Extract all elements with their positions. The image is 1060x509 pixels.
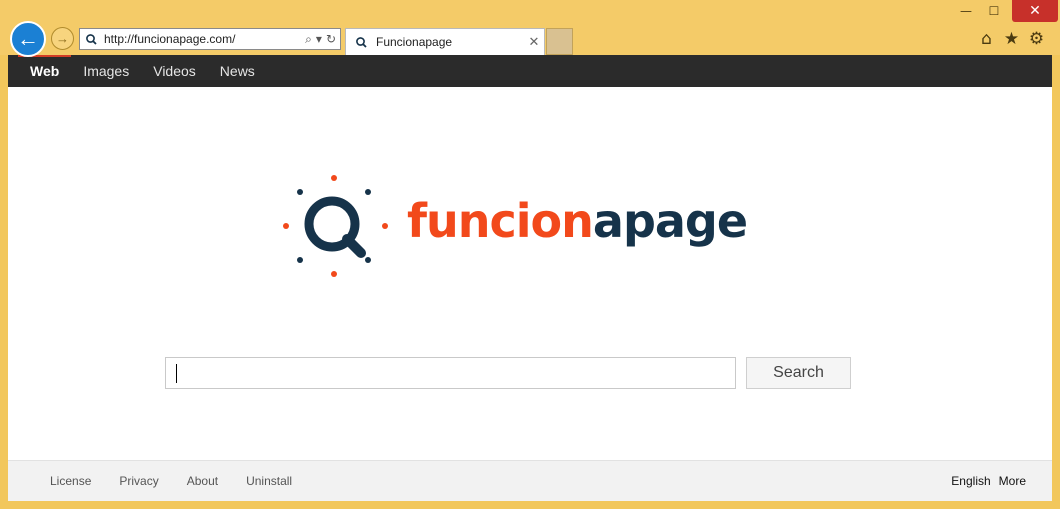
search-input[interactable] [166,358,735,388]
search-button[interactable]: Search [746,357,851,389]
refresh-icon[interactable]: ↻ [326,32,336,46]
tab-favicon-icon [354,35,368,49]
window-border-bottom [0,501,1060,509]
browser-chrome: — ☐ ✕ ← → http://funcionapage.com/ ⌕ ▾ ↻… [0,0,1060,57]
more-link[interactable]: More [995,474,1030,488]
forward-button[interactable]: → [51,27,74,50]
site-logo: funcionapage [282,174,782,284]
logo-text-apage: apage [592,194,748,248]
nav-images[interactable]: Images [71,55,141,87]
back-button[interactable]: ← [10,21,46,57]
new-tab-button[interactable] [546,28,573,55]
logo-magnifier-icon [283,175,388,277]
back-arrow-icon: ← [17,26,39,51]
footer-link-privacy[interactable]: Privacy [105,474,172,488]
footer-link-about[interactable]: About [173,474,232,488]
logo-text-funcion: funcion [407,194,594,248]
close-window-icon[interactable]: ✕ [1012,0,1058,22]
language-selector[interactable]: English [947,474,994,488]
close-tab-icon[interactable]: ✕ [524,35,544,50]
footer-link-license[interactable]: License [36,474,105,488]
forward-arrow-icon: → [56,31,69,46]
url-text[interactable]: http://funcionapage.com/ [104,32,305,46]
address-bar[interactable]: http://funcionapage.com/ ⌕ ▾ ↻ [79,28,341,50]
nav-videos[interactable]: Videos [141,55,208,87]
search-icon[interactable]: ⌕ [305,32,312,47]
home-icon[interactable]: ⌂ [977,29,996,49]
footer: License Privacy About Uninstall English … [8,460,1052,501]
page-viewport: Web Images Videos News funcionapage Sear… [8,55,1052,501]
tab-funcionapage[interactable]: Funcionapage ✕ [345,28,545,55]
nav-web[interactable]: Web [18,55,72,87]
search-input-container[interactable] [165,357,736,389]
maximize-icon[interactable]: ☐ [976,0,1012,22]
settings-icon[interactable]: ⚙ [1027,29,1046,49]
site-favicon-icon [84,32,98,46]
text-caret [176,364,177,383]
logo-wordmark: funcionapage [407,194,748,248]
tab-title: Funcionapage [376,35,453,49]
nav-news[interactable]: News [208,55,267,87]
chevron-down-icon[interactable]: ▾ [316,32,322,46]
favorites-icon[interactable]: ★ [1002,29,1021,49]
top-nav: Web Images Videos News [8,55,1052,87]
footer-link-uninstall[interactable]: Uninstall [232,474,306,488]
